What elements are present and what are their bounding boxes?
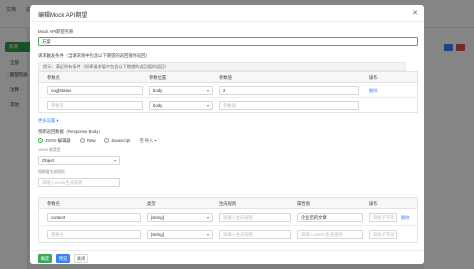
field-type-select[interactable]: [string] ▾ bbox=[147, 230, 213, 239]
th-param-value: 参数值 bbox=[219, 75, 232, 80]
param-name-input[interactable]: cog[Status bbox=[47, 86, 143, 95]
more-settings-link[interactable]: 更多设置 ▾ bbox=[38, 118, 59, 124]
condition-label: 请求触发条件（当请求值中包含以下期望的返回值时返回） bbox=[38, 53, 150, 58]
th-type: 类型 bbox=[147, 201, 156, 206]
condition-table-header: 参数名 参数位置 参数值 操作 bbox=[39, 72, 417, 83]
chevron-down-icon: ▾ bbox=[206, 103, 209, 108]
response-table-header: 参数名 类型 生成规则 属性值 操作 bbox=[39, 198, 417, 209]
th-param-name: 参数名 bbox=[47, 75, 60, 80]
condition-notice: 提示：满足所有条件（如果请求值中包含以下期望的返回值时返回） bbox=[38, 62, 406, 71]
th-param-position: 参数位置 bbox=[149, 75, 167, 80]
modal-header: 编辑Mock API期望 ✕ bbox=[30, 5, 424, 22]
edit-mock-expectation-dialog: 编辑Mock API期望 ✕ Mock API期望名称 方案 请求触发条件（当请… bbox=[30, 5, 424, 264]
ok-button[interactable]: 确定 bbox=[38, 254, 52, 263]
modal-title: 编辑Mock API期望 bbox=[38, 13, 88, 19]
response-table: 参数名 类型 生成规则 属性值 操作 content [string] ▾ 请输入… bbox=[38, 197, 418, 243]
response-label: 预期返回数据（Response Body） bbox=[38, 129, 103, 134]
radio-json-editor[interactable] bbox=[38, 138, 43, 143]
radio-javascript-label: Javascript bbox=[111, 138, 131, 143]
field-value-input[interactable]: 企业后的文章 bbox=[297, 213, 363, 222]
th-attr-value: 属性值 bbox=[297, 201, 310, 206]
table-row: content [string] ▾ 请输入生成规则 企业后的文章 添加子字段 删… bbox=[39, 209, 417, 226]
th-param-name: 参数名 bbox=[47, 201, 60, 206]
delete-link[interactable]: 删除 bbox=[369, 88, 377, 94]
field-value-input[interactable]: 请输入JSON生成规则 bbox=[297, 230, 363, 239]
th-action: 操作 bbox=[369, 75, 378, 80]
condition-table: 参数名 参数位置 参数值 操作 cog[Status body ▾ 2 删除 参数… bbox=[38, 71, 418, 113]
param-value-input[interactable]: 参数值 bbox=[219, 101, 359, 110]
param-value-input[interactable]: 2 bbox=[219, 86, 359, 95]
param-position-select[interactable]: body ▾ bbox=[149, 101, 213, 110]
field-type-select[interactable]: [string] ▾ bbox=[147, 213, 213, 222]
field-rule-input[interactable]: 请输入生成规则 bbox=[219, 230, 291, 239]
expectation-name-input[interactable]: 方案 bbox=[38, 37, 418, 46]
param-name-input[interactable]: 参数名 bbox=[47, 101, 143, 110]
radio-json-editor-label: JSON 编辑器 bbox=[45, 138, 71, 143]
chevron-down-icon: ▾ bbox=[206, 88, 209, 93]
modal-footer: 确定 预览 关闭 bbox=[30, 250, 424, 264]
th-rule: 生成规则 bbox=[219, 201, 237, 206]
delete-link[interactable]: 删除 bbox=[401, 215, 409, 221]
field-name-input[interactable]: 参数名 bbox=[47, 230, 141, 239]
table-row: cog[Status body ▾ 2 删除 bbox=[39, 83, 417, 98]
param-position-select[interactable]: body ▾ bbox=[149, 86, 213, 95]
radio-javascript[interactable] bbox=[104, 138, 109, 143]
chevron-down-icon: ▾ bbox=[206, 232, 209, 237]
cancel-button[interactable]: 关闭 bbox=[74, 254, 88, 263]
mock-rule-input[interactable]: 请输入mock生成规则 bbox=[38, 178, 120, 187]
field-name-input[interactable]: content bbox=[47, 213, 141, 222]
chevron-down-icon: ▾ bbox=[206, 215, 209, 220]
chevron-down-icon: ▾ bbox=[113, 158, 116, 163]
preview-button[interactable]: 预览 bbox=[56, 254, 70, 263]
import-dropdown[interactable]: ⎘ 导入 ▾ bbox=[140, 138, 156, 144]
table-row: 参数名 [string] ▾ 请输入生成规则 请输入JSON生成规则 添加子字段 bbox=[39, 226, 417, 243]
json-root-select[interactable]: Object ▾ bbox=[38, 156, 120, 165]
add-subfield-input[interactable]: 添加子字段 bbox=[369, 230, 397, 239]
field-rule-input[interactable]: 请输入生成规则 bbox=[219, 213, 291, 222]
table-row: 参数名 body ▾ 参数值 bbox=[39, 98, 417, 113]
name-label: Mock API期望名称 bbox=[38, 29, 74, 34]
th-action: 操作 bbox=[369, 201, 378, 206]
add-subfield-input[interactable]: 添加子字段 bbox=[369, 213, 397, 222]
close-icon[interactable]: ✕ bbox=[412, 9, 418, 17]
radio-raw-label: Raw bbox=[87, 138, 96, 143]
mock-rule-label: 预期值生成规则 bbox=[38, 170, 65, 174]
json-root-label: JSON 根类型 bbox=[38, 148, 61, 152]
radio-raw[interactable] bbox=[80, 138, 85, 143]
